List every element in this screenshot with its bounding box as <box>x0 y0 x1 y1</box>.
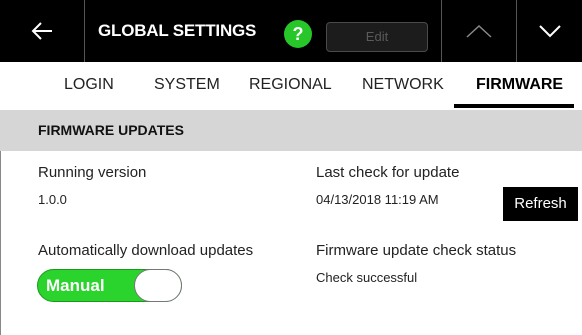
active-tab-indicator <box>454 104 574 108</box>
last-check-label: Last check for update <box>316 164 460 181</box>
running-version-label: Running version <box>38 164 147 181</box>
tab-regional[interactable]: REGIONAL <box>249 76 332 94</box>
last-check-value: 04/13/2018 11:19 AM <box>316 192 439 207</box>
help-button[interactable]: ? <box>284 20 312 48</box>
tab-system[interactable]: SYSTEM <box>154 76 220 94</box>
tab-network[interactable]: NETWORK <box>362 76 444 94</box>
check-status-value: Check successful <box>316 270 418 285</box>
toggle-knob[interactable] <box>134 269 182 302</box>
chevron-down-icon <box>538 25 561 38</box>
check-status-label: Firmware update check status <box>316 242 517 259</box>
section-title: FIRMWARE UPDATES <box>38 122 184 138</box>
auto-download-label: Automatically download updates <box>38 242 254 259</box>
toggle-label: Manual <box>46 276 105 295</box>
top-bar: GLOBAL SETTINGS ? Edit <box>0 0 582 62</box>
edit-button[interactable]: Edit <box>326 22 428 52</box>
tab-bar: LOGIN SYSTEM REGIONAL NETWORK FIRMWARE <box>0 62 582 110</box>
scroll-down-button[interactable] <box>517 0 582 62</box>
section-header: FIRMWARE UPDATES <box>0 110 582 151</box>
tab-firmware[interactable]: FIRMWARE <box>476 76 563 94</box>
refresh-button[interactable]: Refresh <box>503 187 578 221</box>
back-arrow-icon <box>31 22 52 40</box>
tab-login[interactable]: LOGIN <box>64 76 114 94</box>
divider <box>84 0 85 62</box>
back-button[interactable] <box>0 0 84 62</box>
chevron-up-icon <box>465 24 492 38</box>
page-title: GLOBAL SETTINGS <box>98 21 257 40</box>
scroll-up-button[interactable] <box>441 0 516 62</box>
divider <box>0 151 1 335</box>
running-version-value: 1.0.0 <box>38 192 67 207</box>
update-mode-toggle[interactable]: Manual <box>37 269 182 302</box>
